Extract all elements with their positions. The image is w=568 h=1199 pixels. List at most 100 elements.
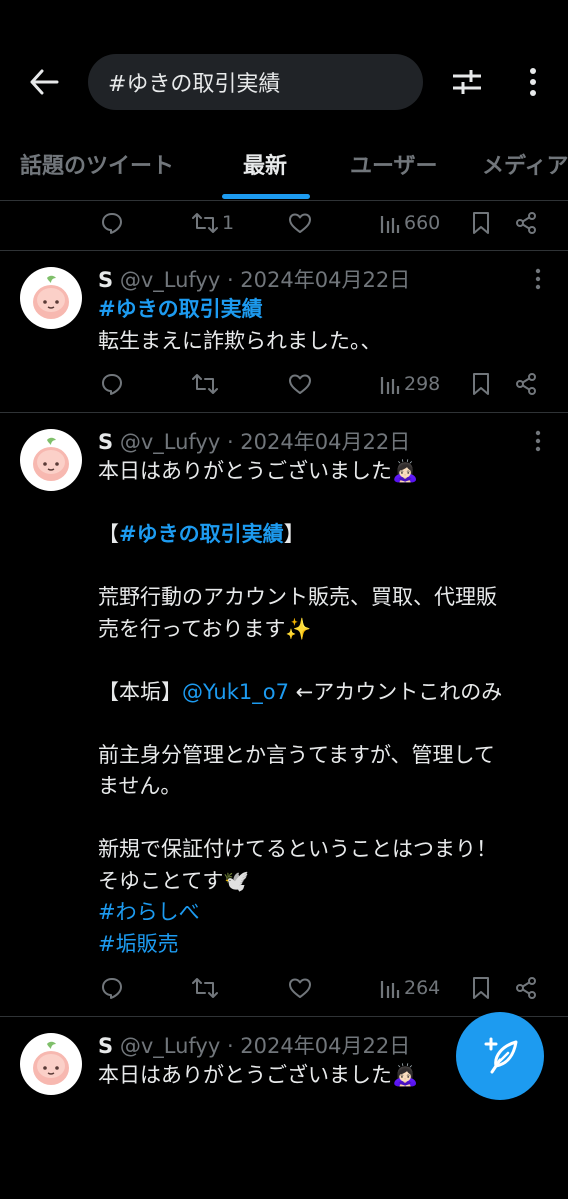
more-options-button[interactable]	[516, 62, 550, 102]
display-name[interactable]: S	[98, 430, 113, 454]
tab-media[interactable]: メディア	[482, 148, 568, 180]
tweet-header: S @v_Lufyy · 2024年04月22日	[98, 1030, 410, 1060]
tweet-line: 本日はありがとうございました🙇🏻‍♀️	[98, 1063, 419, 1087]
bookmark-button[interactable]	[472, 369, 490, 399]
handle[interactable]: @v_Lufyy	[120, 1034, 220, 1058]
tweet[interactable]: S @v_Lufyy · 2024年04月22日 本日はありがとうございました🙇…	[0, 413, 568, 1016]
display-name[interactable]: S	[98, 268, 113, 292]
view-count: 298	[404, 373, 441, 395]
active-tab-indicator	[222, 194, 310, 199]
search-filter-button[interactable]	[446, 62, 488, 102]
tab-top[interactable]: 話題のツイート	[20, 148, 174, 180]
search-query: #ゆきの取引実績	[108, 72, 281, 97]
reply-button[interactable]	[100, 369, 124, 399]
tweet-header: S @v_Lufyy · 2024年04月22日	[98, 264, 410, 294]
vertical-dots-icon	[535, 430, 541, 452]
tweet-line: ません。	[98, 774, 182, 798]
compose-feather-icon	[484, 1037, 518, 1074]
hashtag-link[interactable]: #ゆきの取引実績	[98, 297, 263, 321]
bookmark-icon	[473, 373, 489, 395]
like-button[interactable]	[288, 369, 312, 399]
tweet-line: そゆことてす🕊️	[98, 868, 250, 893]
compose-tweet-button[interactable]	[456, 1012, 544, 1100]
tweet-more-button[interactable]	[528, 264, 548, 294]
retweet-count: 1	[222, 212, 235, 234]
share-button[interactable]	[514, 208, 538, 238]
views-chart-icon	[380, 981, 400, 998]
hashtag-link[interactable]: #わらしべ	[98, 900, 200, 924]
bookmark-button[interactable]	[472, 973, 490, 1003]
views-button[interactable]: 264	[380, 973, 440, 1003]
handle[interactable]: @v_Lufyy	[120, 268, 220, 292]
reply-button[interactable]	[100, 973, 124, 1003]
share-button[interactable]	[514, 973, 538, 1003]
like-button[interactable]	[288, 208, 312, 238]
top-bar: #ゆきの取引実績 話題のツイート 最新 ユーザー メディア	[0, 0, 568, 200]
tweet-actions: 1 660	[98, 208, 548, 238]
display-name[interactable]: S	[98, 1034, 113, 1058]
share-icon	[516, 373, 536, 395]
share-icon	[516, 212, 536, 234]
tweet-line: 売を行っております✨	[98, 616, 312, 641]
views-chart-icon	[380, 377, 400, 394]
avatar[interactable]	[20, 1033, 82, 1095]
avatar[interactable]	[20, 267, 82, 329]
search-input[interactable]: #ゆきの取引実績	[88, 54, 423, 110]
hashtag-link[interactable]: #垢販売	[98, 932, 179, 956]
bracket: 【	[98, 522, 119, 546]
bookmark-button[interactable]	[472, 208, 490, 238]
share-button[interactable]	[514, 369, 538, 399]
views-chart-icon	[380, 216, 400, 233]
tweet-line: 本日はありがとうございました🙇🏻‍♀️	[98, 459, 419, 483]
retweet-button[interactable]	[192, 369, 218, 399]
tweet-actions: 264	[98, 973, 548, 1003]
tweet-more-button[interactable]	[528, 426, 548, 456]
timestamp: · 2024年04月22日	[226, 430, 411, 454]
tweet-actions: 298	[98, 369, 548, 399]
tweet-text: #ゆきの取引実績 転生まえに詐欺られました。、	[98, 294, 548, 357]
vertical-dots-icon	[530, 68, 536, 96]
retweet-icon	[192, 374, 218, 394]
peach-avatar-icon	[33, 437, 69, 481]
like-button[interactable]	[288, 973, 312, 1003]
tab-users[interactable]: ユーザー	[350, 148, 438, 180]
avatar[interactable]	[20, 429, 82, 491]
heart-icon	[289, 978, 311, 998]
retweet-button[interactable]: 1	[192, 208, 234, 238]
tweet-text: 本日はありがとうございました🙇🏻‍♀️ 【#ゆきの取引実績】 荒野行動のアカウン…	[98, 456, 548, 960]
header-divider	[0, 200, 568, 201]
handle[interactable]: @v_Lufyy	[120, 430, 220, 454]
tweet-header: S @v_Lufyy · 2024年04月22日	[98, 426, 410, 456]
tweet-line: 新規で保証付けてるということはつまり！	[98, 837, 497, 861]
views-button[interactable]: 298	[380, 369, 440, 399]
tweet-line: 【本垢】	[98, 679, 182, 704]
tweet-line: 転生まえに詐欺られました。、	[98, 328, 382, 353]
reply-icon	[102, 374, 122, 395]
bracket: 】	[283, 522, 305, 546]
share-icon	[516, 977, 536, 999]
tweet-line: 前主身分管理とか言うてますが、管理して	[98, 742, 495, 767]
mention-link[interactable]: @Yuk1_o7	[182, 680, 289, 704]
view-count: 264	[404, 977, 441, 999]
hashtag-link[interactable]: #ゆきの取引実績	[119, 522, 284, 546]
retweet-icon	[192, 978, 218, 998]
tweet-line: ←アカウントこれのみ	[288, 679, 503, 704]
back-button[interactable]	[22, 62, 66, 102]
bookmark-icon	[473, 977, 489, 999]
sliders-icon	[453, 70, 481, 94]
tab-latest[interactable]: 最新	[243, 148, 287, 180]
views-button[interactable]: 660	[380, 208, 440, 238]
retweet-button[interactable]	[192, 973, 218, 1003]
search-tabs: 話題のツイート 最新 ユーザー メディア	[0, 130, 568, 200]
reply-button[interactable]	[100, 208, 124, 238]
tweet-line: 荒野行動のアカウント販売、買取、代理販	[98, 585, 497, 609]
peach-avatar-icon	[33, 275, 69, 319]
back-arrow-icon	[30, 69, 59, 95]
heart-icon	[289, 374, 311, 394]
vertical-dots-icon	[535, 268, 541, 290]
retweet-icon	[192, 213, 218, 233]
timestamp: · 2024年04月22日	[226, 268, 411, 292]
reply-icon	[102, 213, 122, 234]
bookmark-icon	[473, 212, 489, 234]
view-count: 660	[404, 212, 441, 234]
